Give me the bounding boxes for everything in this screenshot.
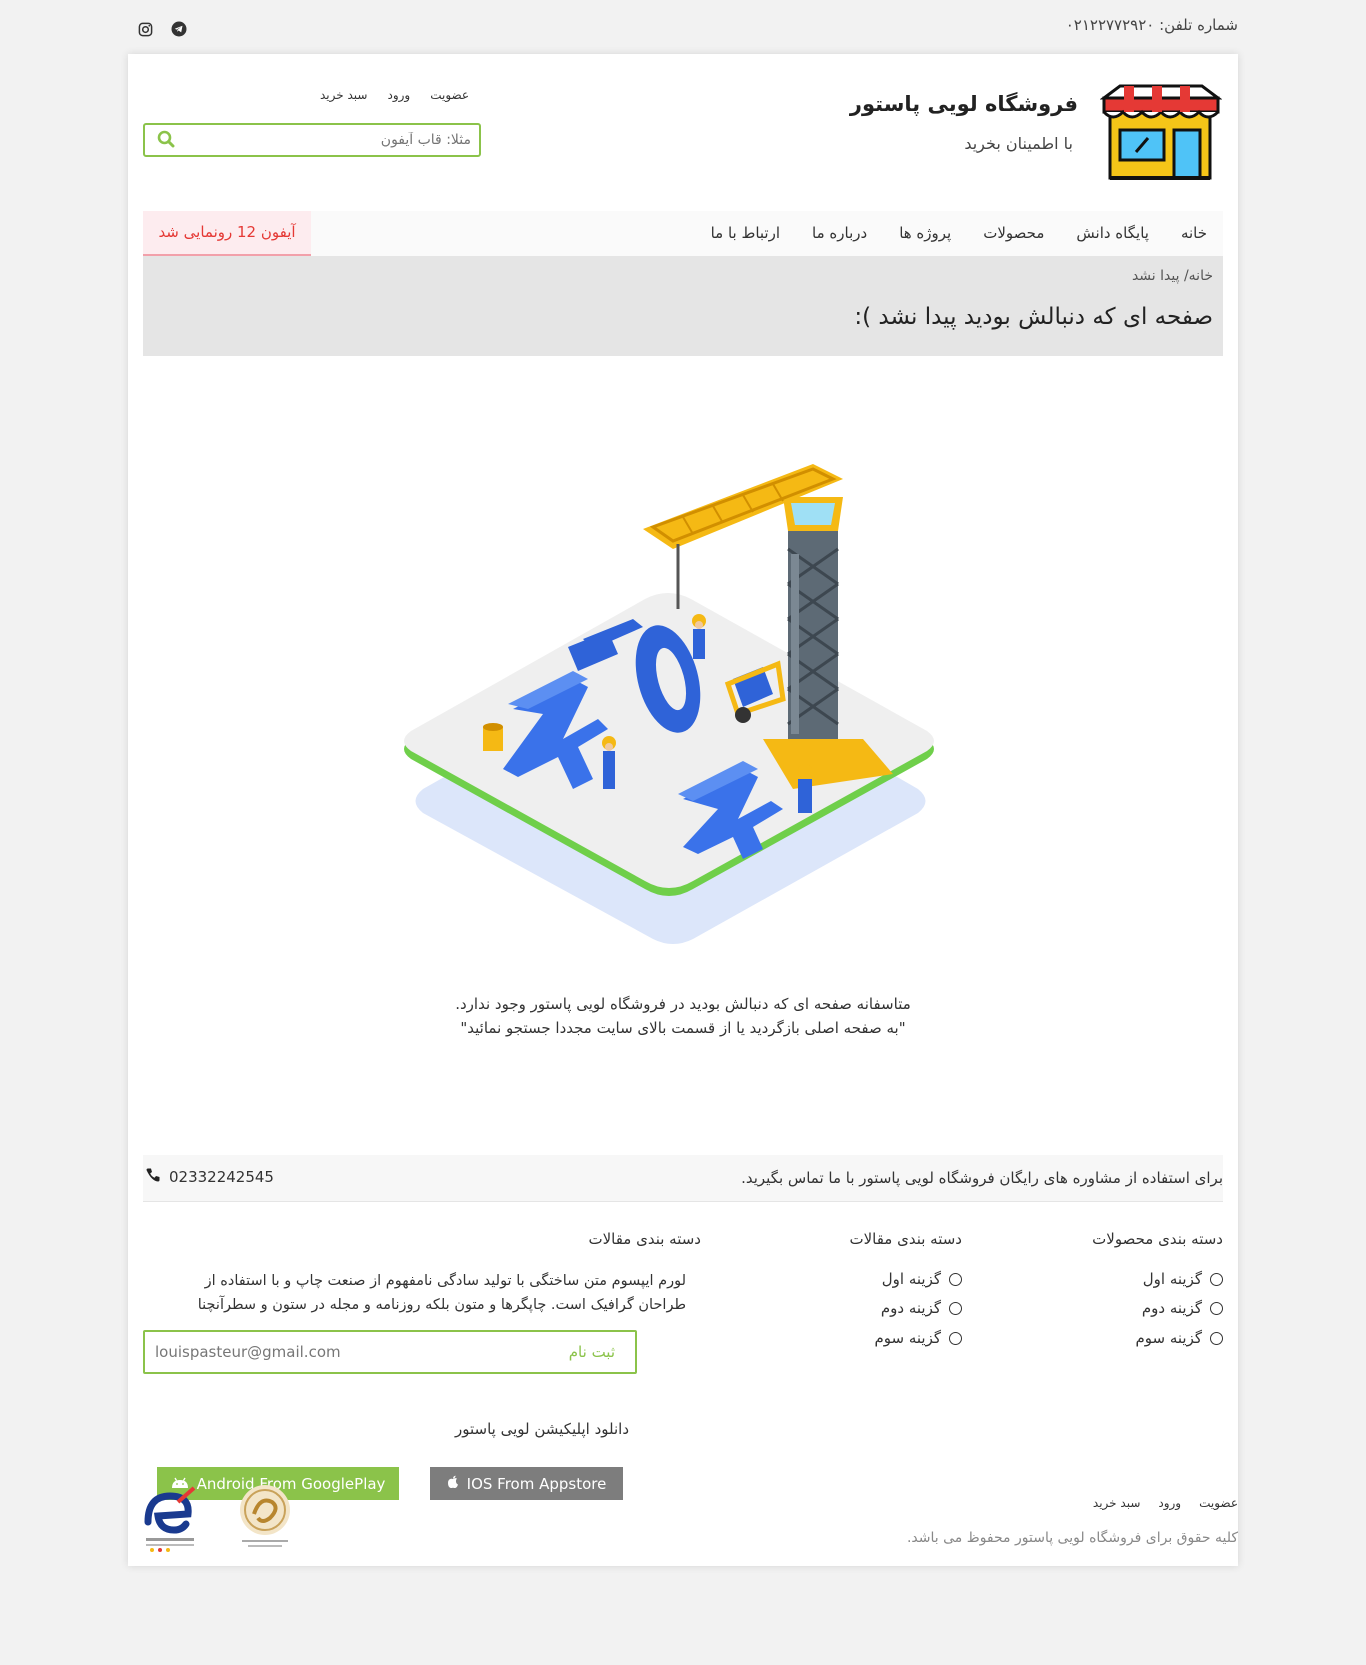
radio-button[interactable]	[1210, 1331, 1223, 1345]
radio-button[interactable]	[949, 1272, 962, 1286]
radio-button[interactable]	[949, 1331, 962, 1345]
ios-download-button[interactable]: IOS From Appstore	[430, 1467, 623, 1500]
radio-button[interactable]	[1210, 1301, 1223, 1315]
app-download-title: دانلود اپلیکیشن لویی پاستور	[455, 1420, 629, 1438]
contact-text: برای استفاده از مشاوره های رایگان فروشگا…	[741, 1169, 1223, 1187]
signup-link[interactable]: عضویت	[430, 88, 469, 102]
radio-label: گزینه دوم	[880, 1299, 941, 1317]
not-found-line-1: متاسفانه صفحه ای که دنبالش بودید در فروش…	[455, 995, 911, 1013]
not-found-line-2: "به صفحه اصلی بازگردید یا از قسمت بالای …	[460, 1019, 906, 1037]
main-card: فروشگاه لویی پاستور با اطمینان بخرید عضو…	[128, 54, 1238, 1566]
404-illustration	[393, 409, 953, 979]
store-logo[interactable]	[1099, 82, 1223, 182]
radio-button[interactable]	[949, 1301, 962, 1315]
radio-button[interactable]	[1210, 1272, 1223, 1286]
radio-option[interactable]: گزینه دوم	[881, 1299, 962, 1317]
copyright: کلیه حقوق برای فروشگاه لویی پاستور محفوظ…	[906, 1530, 1238, 1546]
top-bar: شماره تلفن: ۰۲۱۲۲۷۷۲۹۲۰	[128, 0, 1238, 54]
radio-option[interactable]: گزینه دوم	[1142, 1299, 1223, 1317]
nav-item-about[interactable]: درباره ما	[796, 211, 883, 256]
radio-option[interactable]: گزینه سوم	[1135, 1329, 1223, 1347]
footer-links: عضویت ورود سبد خرید	[1093, 1496, 1238, 1510]
search-icon[interactable]	[157, 130, 175, 152]
footer-login-link[interactable]: ورود	[1158, 1496, 1181, 1510]
footer-cart-link[interactable]: سبد خرید	[1093, 1496, 1140, 1510]
social-links	[136, 20, 188, 38]
enamad-badge[interactable]	[140, 1482, 200, 1554]
radio-option[interactable]: گزینه اول	[882, 1270, 962, 1288]
footer-signup-link[interactable]: عضویت	[1199, 1496, 1238, 1510]
news-badge[interactable]: آیفون 12 رونمایی شد	[143, 211, 311, 256]
main-nav: خانه پایگاه دانش محصولات پروژه ها درباره…	[143, 211, 1223, 256]
contact-bar: برای استفاده از مشاوره های رایگان فروشگا…	[143, 1155, 1223, 1202]
contact-phone-number[interactable]: 02332242545	[169, 1168, 274, 1186]
site-tagline: با اطمینان بخرید	[964, 134, 1073, 153]
subscribe-button[interactable]: ثبت نام	[569, 1343, 615, 1361]
radio-label: گزینه اول	[881, 1270, 941, 1288]
phone-number: شماره تلفن: ۰۲۱۲۲۷۷۲۹۲۰	[1065, 16, 1238, 34]
radio-label: گزینه دوم	[1141, 1299, 1202, 1317]
footer-col-articles-title: دسته بندی مقالات	[849, 1230, 962, 1248]
ios-button-label: IOS From Appstore	[466, 1474, 607, 1493]
breadcrumb[interactable]: خانه/ پیدا نشد	[1132, 268, 1213, 284]
newsletter-description: لورم ایپسوم متن ساختگی با تولید سادگی نا…	[197, 1273, 686, 1313]
nav-item-home[interactable]: خانه	[1165, 211, 1223, 256]
telegram-icon[interactable]	[170, 20, 188, 38]
search-input[interactable]	[179, 125, 473, 155]
search-box	[143, 123, 481, 157]
page-title: صفحه ای که دنبالش بودید پیدا نشد ):	[854, 304, 1213, 330]
cart-link[interactable]: سبد خرید	[320, 88, 367, 102]
nav-item-products[interactable]: محصولات	[967, 211, 1060, 256]
nav-item-contact[interactable]: ارتباط با ما	[695, 211, 796, 256]
login-link[interactable]: ورود	[387, 88, 410, 102]
radio-label: گزینه سوم	[1135, 1329, 1202, 1347]
radio-option[interactable]: گزینه سوم	[874, 1329, 962, 1347]
radio-option[interactable]: گزینه اول	[1143, 1270, 1223, 1288]
account-links: عضویت ورود سبد خرید	[320, 88, 469, 102]
site-title[interactable]: فروشگاه لویی پاستور	[850, 92, 1078, 116]
newsletter-form: louispasteur@gmail.com ثبت نام	[143, 1330, 637, 1374]
instagram-icon[interactable]	[136, 20, 154, 38]
email-field[interactable]: louispasteur@gmail.com	[155, 1343, 341, 1361]
nav-item-projects[interactable]: پروژه ها	[883, 211, 967, 256]
samandehi-badge[interactable]	[230, 1482, 300, 1554]
nav-item-knowledge-base[interactable]: پایگاه دانش	[1060, 211, 1165, 256]
footer-col-products-title: دسته بندی محصولات	[1092, 1230, 1223, 1248]
breadcrumb-section: خانه/ پیدا نشد صفحه ای که دنبالش بودید پ…	[143, 256, 1223, 356]
footer-col-newsletter-title: دسته بندی مقالات	[588, 1230, 701, 1248]
phone-icon	[145, 1167, 161, 1187]
radio-label: گزینه اول	[1142, 1270, 1202, 1288]
radio-label: گزینه سوم	[874, 1329, 941, 1347]
not-found-message: متاسفانه صفحه ای که دنبالش بودید در فروش…	[128, 992, 1238, 1040]
apple-icon	[447, 1475, 459, 1493]
